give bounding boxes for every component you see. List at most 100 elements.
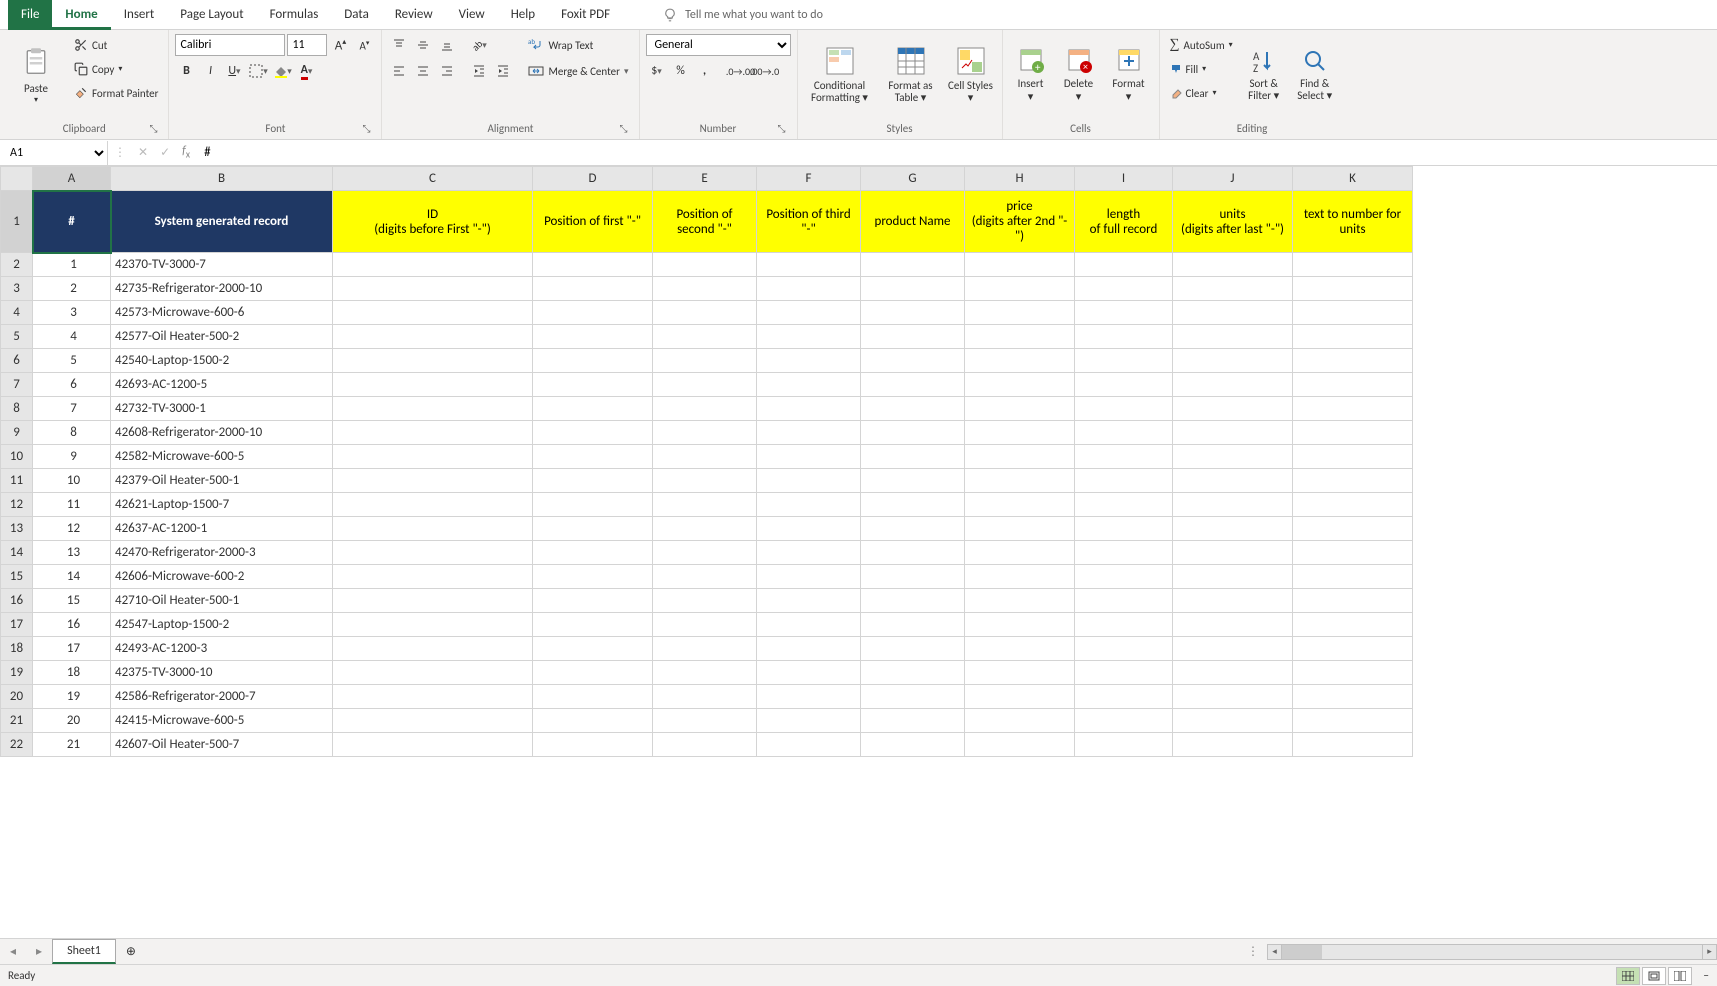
sheet-nav-prev[interactable]: ◂	[0, 944, 26, 959]
cell-A21[interactable]: 20	[33, 709, 111, 733]
col-head-D[interactable]: D	[533, 167, 653, 191]
cell-G4[interactable]	[861, 301, 965, 325]
cell-B6[interactable]: 42540-Laptop-1500-2	[111, 349, 333, 373]
merge-center-button[interactable]: Merge & Center	[524, 60, 632, 82]
cell-B14[interactable]: 42470-Refrigerator-2000-3	[111, 541, 333, 565]
col-head-J[interactable]: J	[1173, 167, 1293, 191]
cell-G12[interactable]	[861, 493, 965, 517]
cell-H21[interactable]	[965, 709, 1075, 733]
borders-button[interactable]	[247, 60, 269, 82]
cell-B4[interactable]: 42573-Microwave-600-6	[111, 301, 333, 325]
cell-C7[interactable]	[333, 373, 533, 397]
cell-K16[interactable]	[1293, 589, 1413, 613]
cell-I22[interactable]	[1075, 733, 1173, 757]
cell-K12[interactable]	[1293, 493, 1413, 517]
format-painter-button[interactable]: Format Painter	[70, 82, 162, 104]
cell-E18[interactable]	[653, 637, 757, 661]
cell-J18[interactable]	[1173, 637, 1293, 661]
cell-I8[interactable]	[1075, 397, 1173, 421]
zoom-out-button[interactable]: −	[1704, 969, 1709, 982]
cell-E4[interactable]	[653, 301, 757, 325]
row-head-4[interactable]: 4	[1, 301, 33, 325]
cell-A2[interactable]: 1	[33, 253, 111, 277]
cell-A12[interactable]: 11	[33, 493, 111, 517]
cell-D22[interactable]	[533, 733, 653, 757]
cell-H13[interactable]	[965, 517, 1075, 541]
cell-H6[interactable]	[965, 349, 1075, 373]
row-head-17[interactable]: 17	[1, 613, 33, 637]
cell-I11[interactable]	[1075, 469, 1173, 493]
font-name-combo[interactable]	[175, 34, 285, 56]
cell-F9[interactable]	[757, 421, 861, 445]
cell-F14[interactable]	[757, 541, 861, 565]
cell-G10[interactable]	[861, 445, 965, 469]
cell-B19[interactable]: 42375-TV-3000-10	[111, 661, 333, 685]
cell-J17[interactable]	[1173, 613, 1293, 637]
underline-button[interactable]: U	[223, 60, 245, 82]
cell-I19[interactable]	[1075, 661, 1173, 685]
cell-F11[interactable]	[757, 469, 861, 493]
cell-D21[interactable]	[533, 709, 653, 733]
row-head-16[interactable]: 16	[1, 589, 33, 613]
cell-I10[interactable]	[1075, 445, 1173, 469]
cell-H18[interactable]	[965, 637, 1075, 661]
cell-I13[interactable]	[1075, 517, 1173, 541]
comma-button[interactable]: ,	[694, 60, 716, 82]
cell-B15[interactable]: 42606-Microwave-600-2	[111, 565, 333, 589]
formula-input[interactable]	[196, 141, 1717, 165]
cell-K20[interactable]	[1293, 685, 1413, 709]
cell-I20[interactable]	[1075, 685, 1173, 709]
cell-I18[interactable]	[1075, 637, 1173, 661]
align-bottom-button[interactable]	[436, 34, 458, 56]
sort-filter-button[interactable]: AZ Sort & Filter ▾	[1241, 34, 1287, 116]
cell-H10[interactable]	[965, 445, 1075, 469]
tab-insert[interactable]: Insert	[111, 0, 168, 30]
decrease-indent-button[interactable]	[468, 60, 490, 82]
select-all-corner[interactable]	[1, 167, 33, 191]
align-center-button[interactable]	[412, 60, 434, 82]
cell-I16[interactable]	[1075, 589, 1173, 613]
cell-K10[interactable]	[1293, 445, 1413, 469]
cell-D10[interactable]	[533, 445, 653, 469]
cell-D5[interactable]	[533, 325, 653, 349]
align-middle-button[interactable]	[412, 34, 434, 56]
cell-E2[interactable]	[653, 253, 757, 277]
cell-K1[interactable]: text to number for units	[1293, 191, 1413, 253]
col-head-C[interactable]: C	[333, 167, 533, 191]
cell-K6[interactable]	[1293, 349, 1413, 373]
tab-formulas[interactable]: Formulas	[257, 0, 332, 30]
cell-F3[interactable]	[757, 277, 861, 301]
cell-K13[interactable]	[1293, 517, 1413, 541]
cell-H12[interactable]	[965, 493, 1075, 517]
cell-E17[interactable]	[653, 613, 757, 637]
cell-H4[interactable]	[965, 301, 1075, 325]
cell-F21[interactable]	[757, 709, 861, 733]
cell-A4[interactable]: 3	[33, 301, 111, 325]
tab-page-layout[interactable]: Page Layout	[167, 0, 256, 30]
cell-J22[interactable]	[1173, 733, 1293, 757]
cell-B21[interactable]: 42415-Microwave-600-5	[111, 709, 333, 733]
delete-cells-button[interactable]: × Delete▾	[1057, 34, 1101, 116]
cell-A6[interactable]: 5	[33, 349, 111, 373]
cell-H20[interactable]	[965, 685, 1075, 709]
fill-button[interactable]: Fill ▾	[1166, 58, 1237, 80]
cell-H11[interactable]	[965, 469, 1075, 493]
cell-K4[interactable]	[1293, 301, 1413, 325]
sheet-nav-next[interactable]: ▸	[26, 944, 52, 959]
format-cells-button[interactable]: Format▾	[1105, 34, 1153, 116]
row-head-21[interactable]: 21	[1, 709, 33, 733]
cell-G17[interactable]	[861, 613, 965, 637]
cell-H3[interactable]	[965, 277, 1075, 301]
cell-D13[interactable]	[533, 517, 653, 541]
row-head-10[interactable]: 10	[1, 445, 33, 469]
cell-A22[interactable]: 21	[33, 733, 111, 757]
col-head-F[interactable]: F	[757, 167, 861, 191]
cell-C18[interactable]	[333, 637, 533, 661]
cell-H15[interactable]	[965, 565, 1075, 589]
cell-J6[interactable]	[1173, 349, 1293, 373]
cell-H8[interactable]	[965, 397, 1075, 421]
col-head-A[interactable]: A	[33, 167, 111, 191]
cell-I1[interactable]: lengthof full record	[1075, 191, 1173, 253]
cell-D19[interactable]	[533, 661, 653, 685]
paste-button[interactable]: Paste ▾	[6, 34, 66, 116]
